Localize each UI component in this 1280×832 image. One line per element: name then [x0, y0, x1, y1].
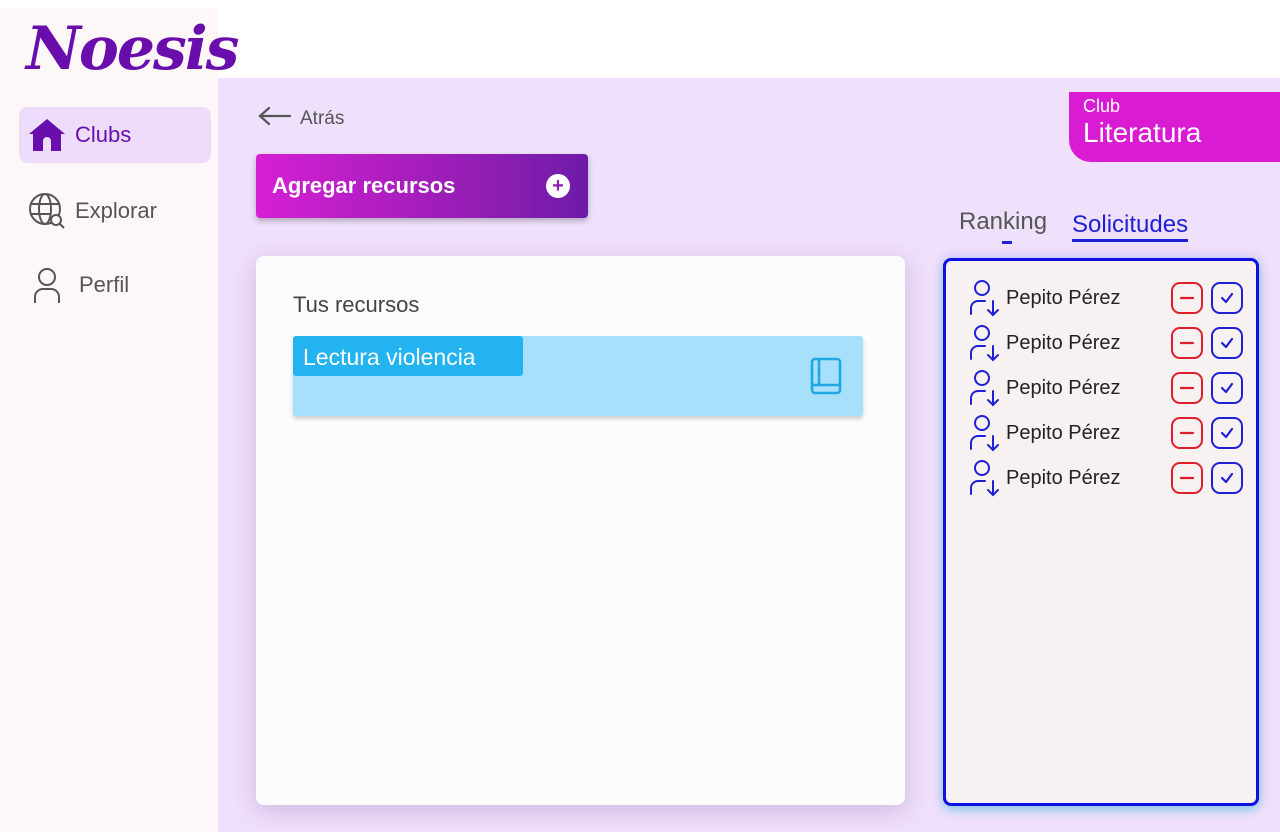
reject-button[interactable]: [1171, 282, 1203, 314]
resources-title: Tus recursos: [293, 292, 420, 317]
request-row: Pepito Pérez: [968, 278, 1248, 318]
sidebar-item-explorar[interactable]: Explorar: [19, 183, 211, 239]
reject-button[interactable]: [1171, 327, 1203, 359]
main-content: Atrás Agregar recursos + Tus recursos Le…: [218, 78, 1280, 832]
reject-button[interactable]: [1171, 372, 1203, 404]
minus-icon: [1180, 341, 1194, 345]
user-incoming-icon: [968, 323, 1004, 363]
app-logo: Noesis: [26, 14, 239, 84]
requests-panel: Pepito Pérez Pepito Pérez Pepito Pérez P…: [943, 258, 1259, 806]
accept-button[interactable]: [1211, 282, 1243, 314]
minus-icon: [1180, 431, 1194, 435]
book-icon: [809, 356, 843, 401]
back-label: Atrás: [300, 108, 345, 129]
tab-label: Solicitudes: [1072, 211, 1189, 238]
plus-circle-icon: +: [546, 174, 570, 198]
resources-card: Tus recursos Lectura violencia: [256, 256, 905, 805]
reject-button[interactable]: [1171, 462, 1203, 494]
arrow-left-icon: [258, 106, 292, 132]
request-name: Pepito Pérez: [1006, 286, 1121, 309]
request-name: Pepito Pérez: [1006, 466, 1121, 489]
check-icon: [1220, 337, 1234, 349]
minus-icon: [1180, 296, 1194, 300]
request-row: Pepito Pérez: [968, 368, 1248, 408]
sidebar-item-label: Perfil: [79, 272, 130, 297]
request-name: Pepito Pérez: [1006, 331, 1121, 354]
request-row: Pepito Pérez: [968, 323, 1248, 363]
club-badge: Club Literatura: [1069, 92, 1280, 162]
user-incoming-icon: [968, 413, 1004, 453]
user-icon: [19, 265, 75, 305]
user-incoming-icon: [968, 368, 1004, 408]
back-button[interactable]: Atrás: [258, 106, 344, 132]
request-name: Pepito Pérez: [1006, 376, 1121, 399]
request-row: Pepito Pérez: [968, 413, 1248, 453]
sidebar-item-clubs[interactable]: Clubs: [19, 107, 211, 163]
request-name: Pepito Pérez: [1006, 421, 1121, 444]
resource-item[interactable]: Lectura violencia: [293, 336, 863, 416]
globe-search-icon: [19, 191, 75, 231]
sidebar-item-label: Explorar: [75, 198, 157, 223]
check-icon: [1220, 292, 1234, 304]
accept-button[interactable]: [1211, 372, 1243, 404]
club-label: Club: [1083, 96, 1121, 116]
home-icon: [19, 117, 75, 153]
sidebar: Noesis Clubs Explorar Perfil: [0, 8, 239, 832]
tab-solicitudes[interactable]: Solicitudes: [1072, 211, 1189, 242]
minus-icon: [1180, 476, 1194, 480]
reject-button[interactable]: [1171, 417, 1203, 449]
add-resources-label: Agregar recursos: [272, 173, 456, 198]
tab-indicator: [1002, 241, 1012, 244]
minus-icon: [1180, 386, 1194, 390]
resource-label: Lectura violencia: [293, 336, 523, 376]
tab-ranking[interactable]: Ranking: [959, 208, 1048, 244]
user-incoming-icon: [968, 278, 1004, 318]
accept-button[interactable]: [1211, 417, 1243, 449]
user-incoming-icon: [968, 458, 1004, 498]
sidebar-item-perfil[interactable]: Perfil: [19, 257, 211, 313]
add-resources-button[interactable]: Agregar recursos +: [256, 154, 588, 218]
check-icon: [1220, 427, 1234, 439]
tab-label: Ranking: [959, 208, 1048, 235]
accept-button[interactable]: [1211, 462, 1243, 494]
club-name: Literatura: [1083, 117, 1202, 148]
request-row: Pepito Pérez: [968, 458, 1248, 498]
check-icon: [1220, 382, 1234, 394]
accept-button[interactable]: [1211, 327, 1243, 359]
sidebar-item-label: Clubs: [75, 122, 132, 147]
check-icon: [1220, 472, 1234, 484]
